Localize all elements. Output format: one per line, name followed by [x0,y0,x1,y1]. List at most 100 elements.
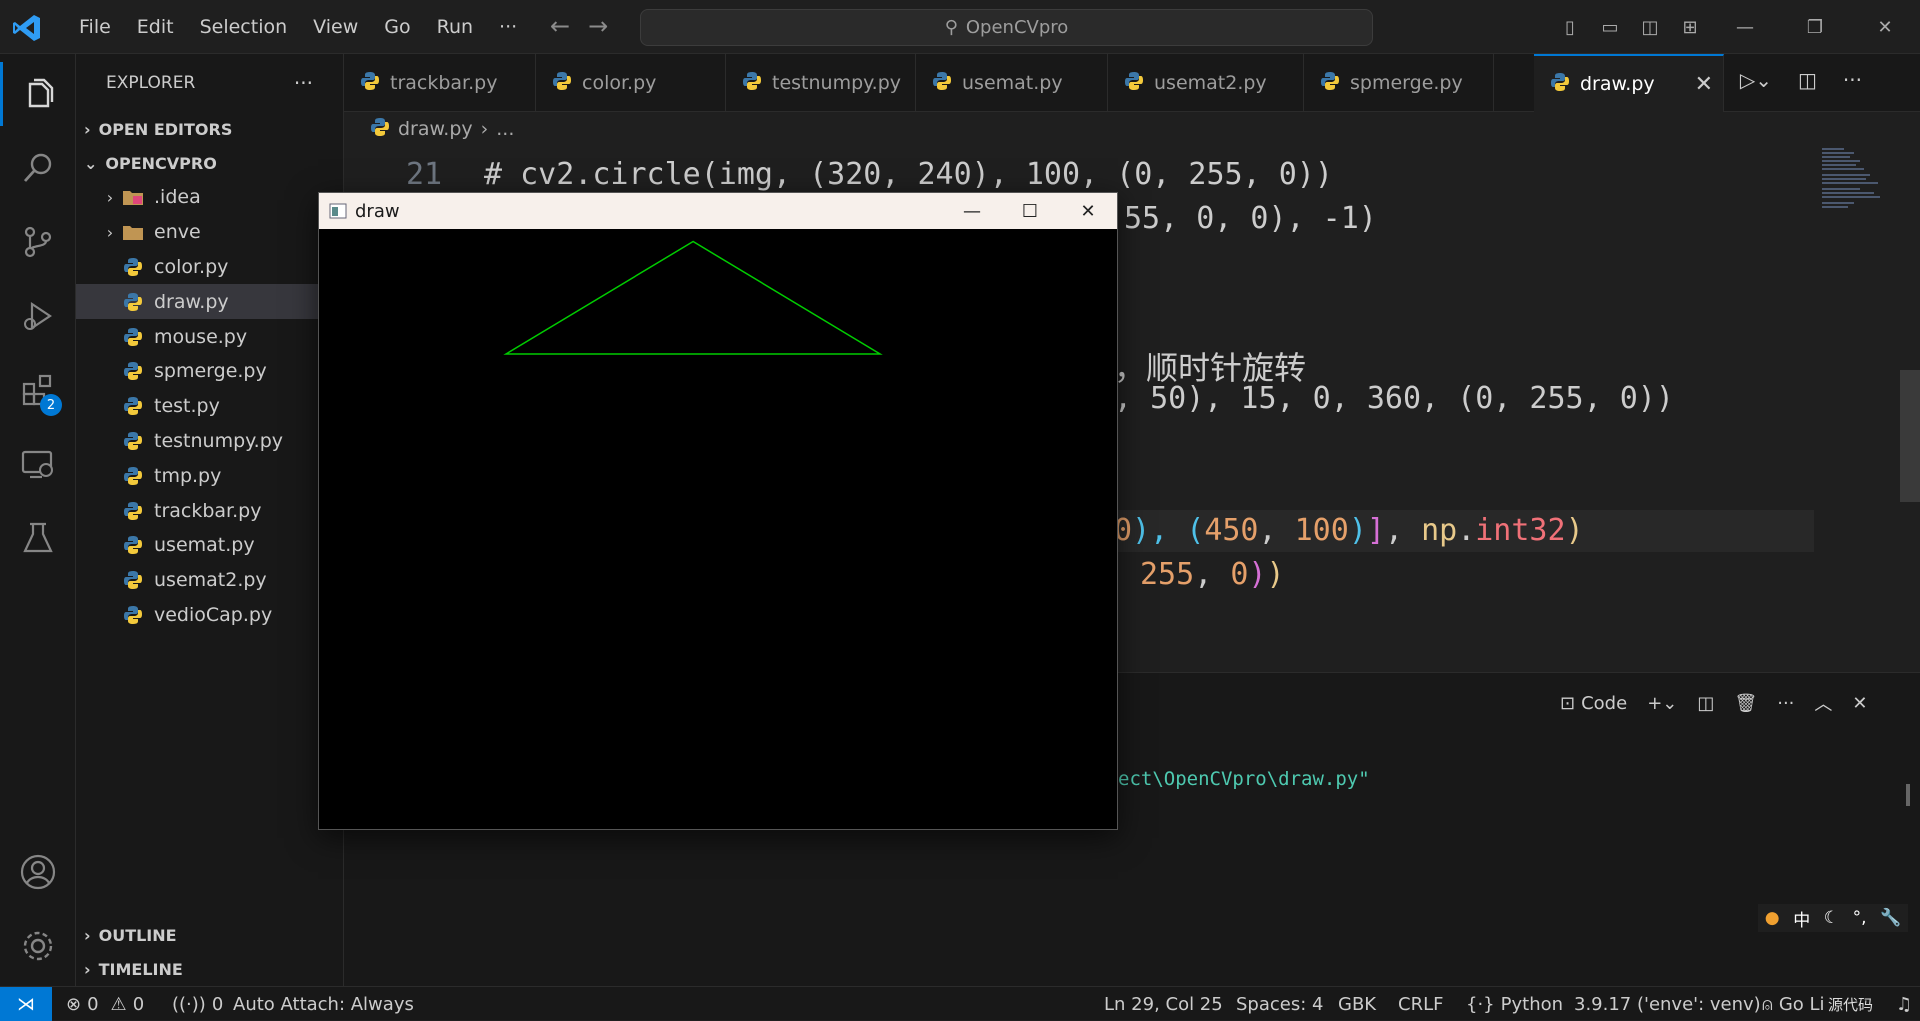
toggle-panel-icon[interactable]: ▭ [1590,17,1630,38]
maximize-panel-icon[interactable]: ︿ [1814,690,1832,716]
python-file-icon [120,291,146,313]
toggle-secondary-sidebar-icon[interactable]: ◫ [1630,17,1670,38]
kill-terminal-icon[interactable]: 🗑 [1734,693,1757,714]
terminal-scrollbar[interactable] [1906,784,1910,806]
breadcrumb-file[interactable]: draw.py [398,118,473,140]
file-item[interactable]: mouse.py [76,319,343,354]
close-window-icon[interactable]: ✕ [1850,17,1920,38]
language-mode[interactable]: {·} Python [1466,987,1563,1021]
file-item[interactable]: testnumpy.py [76,424,343,459]
search-view-icon[interactable] [0,136,76,200]
file-item[interactable]: spmerge.py [76,354,343,389]
new-terminal-icon[interactable]: +⌄ [1647,693,1677,714]
file-item[interactable]: tmp.py [76,458,343,493]
file-item[interactable]: color.py [76,250,343,285]
more-actions-icon[interactable]: ··· [1777,693,1794,714]
cursor-position[interactable]: Ln 29, Col 25 [1104,987,1223,1021]
minimize-icon[interactable]: — [1710,17,1780,38]
settings-gear-icon[interactable] [0,914,76,978]
tab-trackbar[interactable]: trackbar.py [344,54,536,112]
opencv-title-bar[interactable]: draw — ☐ ✕ [319,193,1117,229]
window-controls: ▯ ▭ ◫ ⊞ — ❐ ✕ [1550,0,1920,54]
close-tab-icon[interactable]: ✕ [1695,72,1713,97]
punctuation-icon[interactable]: °, [1853,908,1867,928]
terminal-icon[interactable]: ⊡ [1560,693,1575,714]
menu-more[interactable]: ··· [486,16,530,38]
file-item[interactable]: vedioCap.py [76,598,343,633]
minimap[interactable] [1820,145,1900,225]
file-item[interactable]: usemat.py [76,528,343,563]
extensions-icon[interactable]: 2 [0,358,76,422]
menu-run[interactable]: Run [424,16,486,38]
accounts-icon[interactable] [0,840,76,904]
ports-indicator[interactable]: ((·)) 0 [172,987,223,1021]
breadcrumb-rest[interactable]: ... [496,118,514,140]
notifications-icon[interactable]: ♫ [1896,987,1912,1021]
project-section[interactable]: ⌄ OPENCVPRO [76,146,343,180]
ime-status-dot-icon[interactable]: ● [1765,908,1780,928]
source-control-icon[interactable] [0,210,76,274]
explorer-icon[interactable] [0,62,76,126]
restore-icon[interactable]: ❐ [1780,17,1850,38]
close-panel-icon[interactable]: ✕ [1852,693,1867,714]
moon-icon[interactable]: ☾ [1824,908,1839,928]
auto-attach[interactable]: Auto Attach: Always [233,987,414,1021]
close-icon[interactable]: ✕ [1059,193,1117,229]
remote-explorer-icon[interactable] [0,432,76,496]
wrench-icon[interactable]: 🔧 [1880,908,1901,928]
tab-spmerge[interactable]: spmerge.py [1304,54,1494,112]
menu-selection[interactable]: Selection [187,16,301,38]
menu-view[interactable]: View [300,16,371,38]
extensions-badge: 2 [40,394,62,416]
tree-item-label: mouse.py [154,325,248,348]
menu-file[interactable]: File [66,16,124,38]
go-live[interactable]: ⍝ Go Li [1762,987,1825,1021]
folder-item[interactable]: › .idea [76,180,343,215]
minimize-icon[interactable]: — [943,193,1001,229]
indentation[interactable]: Spaces: 4 [1236,987,1323,1021]
encoding[interactable]: GBK [1338,987,1376,1021]
broadcast-icon: ⍝ [1762,993,1773,1015]
remote-indicator-icon[interactable]: ⋊ [0,987,52,1021]
problems-indicator[interactable]: ⊗ 0 ⚠ 0 [66,987,144,1021]
editor-scrollbar[interactable] [1900,370,1920,502]
run-debug-icon[interactable] [0,284,76,348]
file-item[interactable]: test.py [76,389,343,424]
tab-usemat2[interactable]: usemat2.py [1108,54,1304,112]
ime-language[interactable]: 中 [1793,906,1810,931]
end-of-line[interactable]: CRLF [1398,987,1443,1021]
split-terminal-icon[interactable]: ◫ [1697,693,1714,714]
open-editors-section[interactable]: › OPEN EDITORS [76,112,343,146]
outline-section[interactable]: › OUTLINE [76,918,344,952]
menu-go[interactable]: Go [371,16,423,38]
back-arrow-icon[interactable]: ← [550,12,570,40]
tab-color[interactable]: color.py [536,54,726,112]
tab-testnumpy[interactable]: testnumpy.py [726,54,916,112]
file-item[interactable]: usemat2.py [76,563,343,598]
menu-edit[interactable]: Edit [124,16,187,38]
more-actions-icon[interactable]: ··· [294,71,313,95]
terminal-name[interactable]: Code [1581,693,1627,714]
tab-draw[interactable]: draw.py ✕ [1534,54,1724,112]
python-interpreter[interactable]: 3.9.17 ('enve': venv) [1574,987,1761,1021]
toggle-primary-sidebar-icon[interactable]: ▯ [1550,17,1590,38]
file-item[interactable]: trackbar.py [76,493,343,528]
opencv-draw-window[interactable]: draw — ☐ ✕ [318,192,1118,830]
vscode-logo-icon[interactable] [12,13,42,43]
forward-arrow-icon[interactable]: → [588,12,608,40]
panel-actions: ⊡ Code +⌄ ◫ 🗑 ··· ︿ ✕ [1560,690,1868,716]
split-editor-icon[interactable]: ◫ [1798,68,1817,92]
editor-tabs: trackbar.py color.py testnumpy.py usemat… [344,54,1920,112]
run-python-file-icon[interactable]: ▷⌄ [1740,68,1772,92]
folder-item[interactable]: › enve [76,215,343,250]
more-actions-icon[interactable]: ··· [1843,68,1862,92]
timeline-section[interactable]: › TIMELINE [76,952,344,986]
tree-item-label: enve [154,221,201,244]
file-item[interactable]: draw.py [76,284,343,320]
customize-layout-icon[interactable]: ⊞ [1670,17,1710,38]
testing-icon[interactable] [0,506,76,570]
python-file-icon [1550,72,1570,97]
maximize-icon[interactable]: ☐ [1001,193,1059,229]
command-center[interactable]: ⚲ OpenCVpro [640,9,1373,46]
tab-usemat[interactable]: usemat.py [916,54,1108,112]
